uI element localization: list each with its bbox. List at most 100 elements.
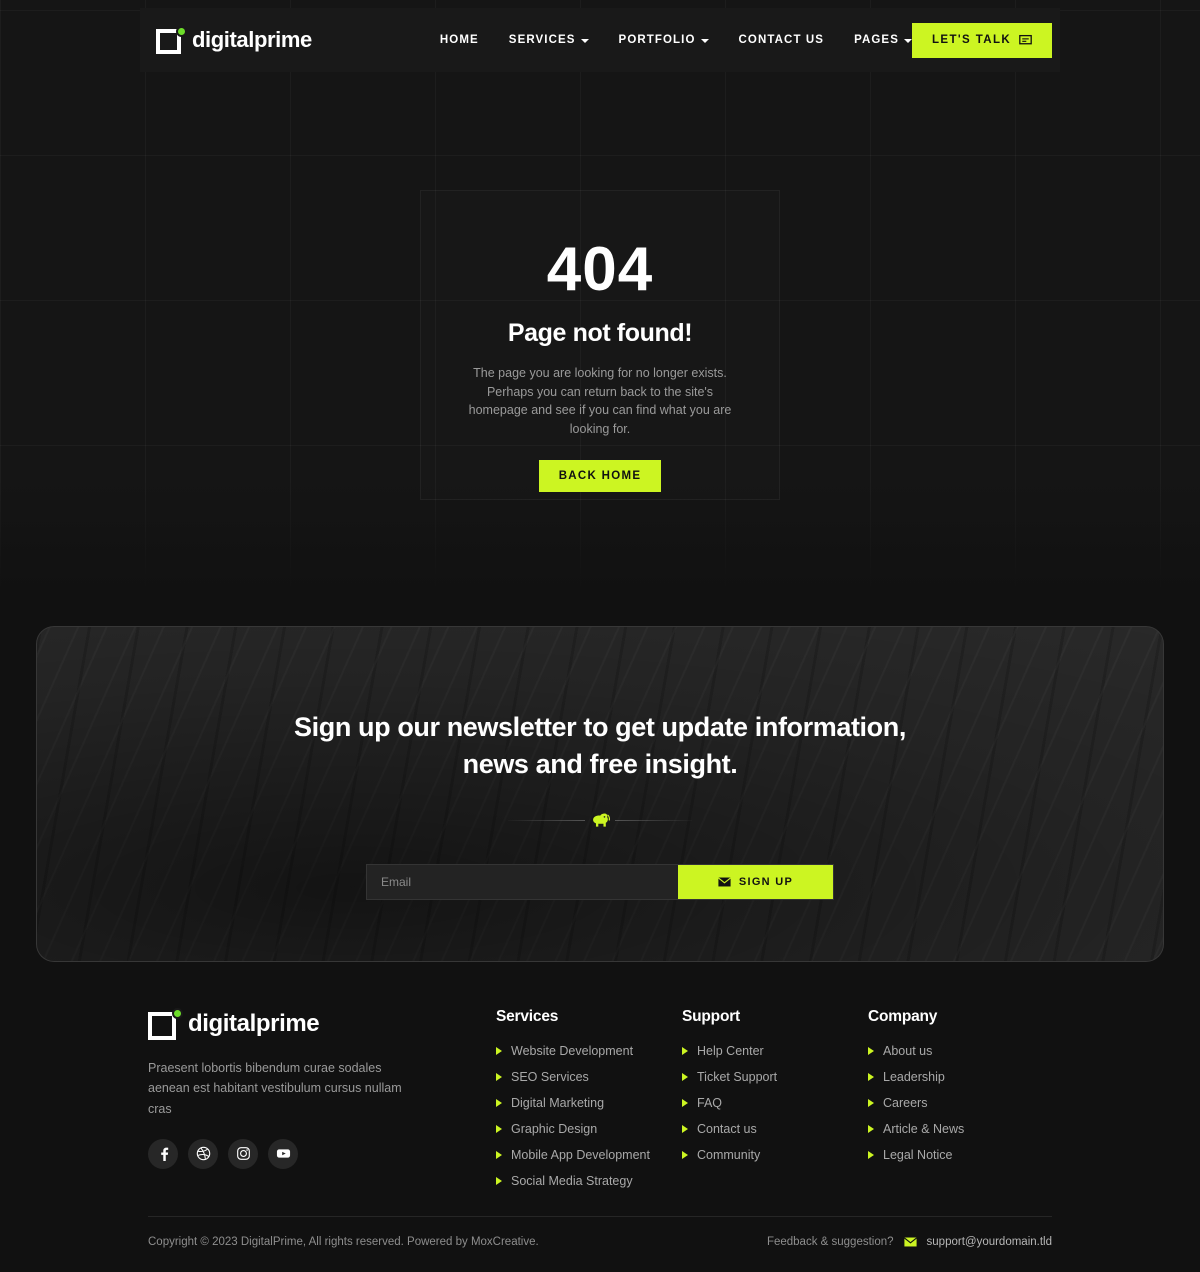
footer-link[interactable]: Community: [682, 1148, 868, 1162]
instagram-icon: [236, 1147, 250, 1161]
divider-line-right: [615, 820, 693, 821]
error-description: The page you are looking for no longer e…: [468, 366, 732, 436]
chevron-down-icon: [700, 39, 709, 43]
support-email-link[interactable]: support@yourdomain.tld: [927, 1236, 1052, 1248]
footer-about-text: Praesent lobortis bibendum curae sodales…: [148, 1061, 402, 1116]
facebook-icon: [160, 1147, 168, 1162]
footer-link[interactable]: Graphic Design: [496, 1122, 682, 1136]
footer-link[interactable]: Leadership: [868, 1070, 1054, 1084]
footer-link-label: Leadership: [883, 1070, 945, 1084]
footer-link-label: Article & News: [883, 1122, 965, 1136]
footer-link[interactable]: SEO Services: [496, 1070, 682, 1084]
youtube-link[interactable]: [268, 1138, 298, 1169]
signup-button[interactable]: SIGN UP: [678, 864, 833, 899]
nav-label: SERVICES: [508, 34, 576, 46]
social-links: [148, 1138, 496, 1169]
envelope-icon: [903, 1237, 917, 1247]
nav-item-portfolio[interactable]: PORTFOLIO: [619, 34, 709, 46]
feedback-block: Feedback & suggestion? support@yourdomai…: [767, 1236, 1052, 1248]
footer-link[interactable]: Mobile App Development: [496, 1148, 682, 1162]
footer-column-title: Company: [868, 1008, 938, 1025]
square-dot-logo-icon: [148, 1008, 183, 1040]
footer-link-label: About us: [883, 1044, 933, 1058]
dribbble-link[interactable]: [188, 1138, 218, 1169]
page-root: digitalprime HOME SERVICES PORTFOLIO CON…: [0, 0, 1200, 1272]
footer-column-title: Support: [682, 1008, 741, 1025]
chat-bubble-icon: [1019, 34, 1032, 44]
footer-link[interactable]: Social Media Strategy: [496, 1174, 682, 1188]
back-home-button[interactable]: BACK HOME: [538, 460, 662, 492]
newsletter-form: SIGN UP: [366, 863, 834, 900]
footer-link-label: SEO Services: [511, 1070, 589, 1084]
brand-logo[interactable]: digitalprime: [156, 26, 312, 54]
footer-link[interactable]: Digital Marketing: [496, 1096, 682, 1110]
footer-link[interactable]: Careers: [868, 1096, 1054, 1110]
footer-column-support: Support Help Center Ticket Support FAQ C…: [682, 1008, 868, 1200]
divider-line-left: [508, 820, 585, 821]
footer-link-label: Graphic Design: [511, 1122, 598, 1136]
chevron-down-icon: [903, 39, 912, 43]
brand-name: digitalprime: [192, 27, 312, 52]
footer-link-label: Digital Marketing: [511, 1096, 605, 1110]
lets-talk-label: LET'S TALK: [931, 34, 1012, 46]
site-header: digitalprime HOME SERVICES PORTFOLIO CON…: [140, 8, 1060, 72]
footer-link-label: FAQ: [697, 1096, 723, 1110]
arrow-right-icon: [868, 1047, 874, 1055]
feedback-label: Feedback & suggestion?: [766, 1236, 894, 1248]
arrow-right-icon: [682, 1073, 688, 1081]
email-input[interactable]: [367, 864, 678, 899]
nav-label: CONTACT US: [738, 34, 825, 46]
signup-label: SIGN UP: [738, 875, 794, 888]
lets-talk-button[interactable]: LET'S TALK: [911, 22, 1053, 58]
footer-link[interactable]: About us: [868, 1044, 1054, 1058]
error-code: 404: [546, 235, 654, 304]
footer-link[interactable]: Help Center: [682, 1044, 868, 1058]
primary-nav: HOME SERVICES PORTFOLIO CONTACT US PAGES: [440, 34, 912, 46]
footer-column-services: Services Website Development SEO Service…: [496, 1008, 682, 1200]
footer-link[interactable]: Website Development: [496, 1044, 682, 1058]
footer-brand-block: digitalprime Praesent lobortis bibendum …: [148, 1008, 496, 1200]
square-dot-logo-icon: [156, 26, 187, 54]
footer-link-label: Legal Notice: [883, 1148, 953, 1162]
arrow-right-icon: [868, 1125, 874, 1133]
footer-link-label: Community: [697, 1148, 761, 1162]
nav-item-pages[interactable]: PAGES: [854, 34, 912, 46]
footer-link-label: Mobile App Development: [511, 1148, 650, 1162]
chevron-down-icon: [580, 39, 589, 43]
footer-brand-logo[interactable]: digitalprime: [148, 1008, 496, 1040]
arrow-right-icon: [496, 1151, 502, 1159]
arrow-right-icon: [496, 1099, 502, 1107]
footer-link-label: Ticket Support: [697, 1070, 778, 1084]
nav-item-services[interactable]: SERVICES: [509, 34, 589, 46]
arrow-right-icon: [868, 1151, 874, 1159]
footer-link-label: Social Media Strategy: [511, 1174, 633, 1188]
arrow-right-icon: [868, 1073, 874, 1081]
footer-link-label: Help Center: [697, 1044, 764, 1058]
facebook-link[interactable]: [148, 1138, 178, 1169]
footer-column-company: Company About us Leadership Careers Arti…: [868, 1008, 1054, 1200]
footer-link[interactable]: Article & News: [868, 1122, 1054, 1136]
dinosaur-icon: [592, 813, 610, 827]
arrow-right-icon: [496, 1073, 502, 1081]
instagram-link[interactable]: [228, 1138, 258, 1169]
nav-item-home[interactable]: HOME: [440, 34, 479, 46]
nav-item-contact-us[interactable]: CONTACT US: [739, 34, 825, 46]
footer-link[interactable]: Ticket Support: [682, 1070, 868, 1084]
envelope-icon: [717, 876, 731, 886]
footer-link[interactable]: FAQ: [682, 1096, 868, 1110]
arrow-right-icon: [682, 1047, 688, 1055]
arrow-right-icon: [682, 1099, 688, 1107]
footer-link[interactable]: Contact us: [682, 1122, 868, 1136]
footer-column-title: Services: [496, 1008, 559, 1025]
dribbble-icon: [196, 1147, 210, 1161]
youtube-icon: [276, 1149, 290, 1158]
arrow-right-icon: [496, 1047, 502, 1055]
footer-link-label: Website Development: [511, 1044, 634, 1058]
nav-label: HOME: [439, 34, 479, 46]
arrow-right-icon: [682, 1151, 688, 1159]
footer-link[interactable]: Legal Notice: [868, 1148, 1054, 1162]
page-title: Page not found!: [507, 319, 693, 347]
arrow-right-icon: [682, 1125, 688, 1133]
newsletter-divider: [508, 810, 693, 832]
not-found-card: 404 Page not found! The page you are loo…: [420, 190, 780, 500]
